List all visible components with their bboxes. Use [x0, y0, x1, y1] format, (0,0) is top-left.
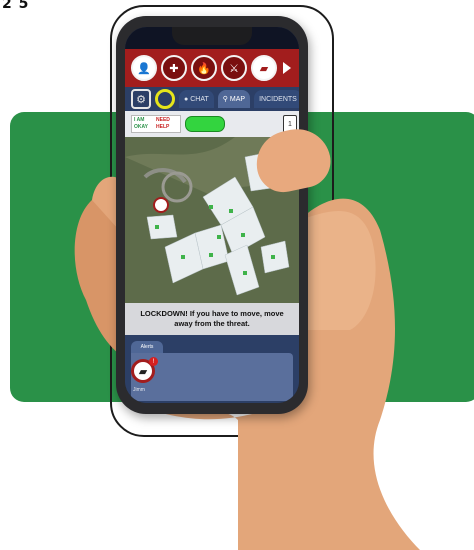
person-alert-icon[interactable]: 👤	[131, 55, 157, 81]
emergency-toolbar: 👤 ✚ 🔥 ⚔ ▰	[125, 49, 299, 87]
tab-bar: ⚙ ● CHAT ⚲ MAP INCIDENTS	[125, 87, 299, 111]
status-row: I AM NEED OKAY HELP 1	[125, 111, 299, 137]
map-pin-icon: ⚲	[222, 96, 228, 103]
medical-icon[interactable]: ✚	[161, 55, 187, 81]
phone-notch	[172, 27, 252, 45]
help-bottom-label: HELP	[156, 124, 170, 130]
ok-bottom-label: OKAY	[134, 124, 148, 130]
gun-icon[interactable]: ▰	[251, 55, 277, 81]
tab-map-label: MAP	[229, 95, 246, 103]
more-right-icon[interactable]	[283, 62, 291, 74]
ok-top-label: I AM	[134, 117, 145, 123]
tab-chat-label: CHAT	[190, 95, 209, 103]
lockdown-message: LOCKDOWN! If you have to move, move away…	[125, 303, 299, 335]
gear-icon[interactable]: ⚙	[131, 89, 151, 109]
weapon-icon[interactable]: ⚔	[221, 55, 247, 81]
status-indicator[interactable]	[185, 116, 225, 132]
tab-incidents[interactable]: INCIDENTS	[254, 90, 299, 108]
tab-incidents-label: INCIDENTS	[259, 95, 297, 103]
alerts-tab[interactable]: Alerts	[131, 341, 163, 353]
fire-icon[interactable]: 🔥	[191, 55, 217, 81]
tab-map[interactable]: ⚲ MAP	[217, 90, 251, 108]
ok-help-toggle[interactable]: I AM NEED OKAY HELP	[131, 115, 181, 133]
phone-screen: 👤 ✚ 🔥 ⚔ ▰ ⚙ ● CHAT ⚲ MAP INCIDENTS I AM …	[125, 27, 299, 403]
tab-chat[interactable]: ● CHAT	[179, 90, 214, 108]
chat-bubble-icon: ●	[184, 95, 189, 103]
alert-badge: !	[149, 357, 158, 366]
help-top-label: NEED	[156, 117, 170, 123]
alerts-area: Alerts ▰ ! Jimm	[125, 335, 299, 403]
status-ring-icon[interactable]	[155, 89, 175, 109]
alert-item-label: Jimm	[133, 387, 145, 393]
